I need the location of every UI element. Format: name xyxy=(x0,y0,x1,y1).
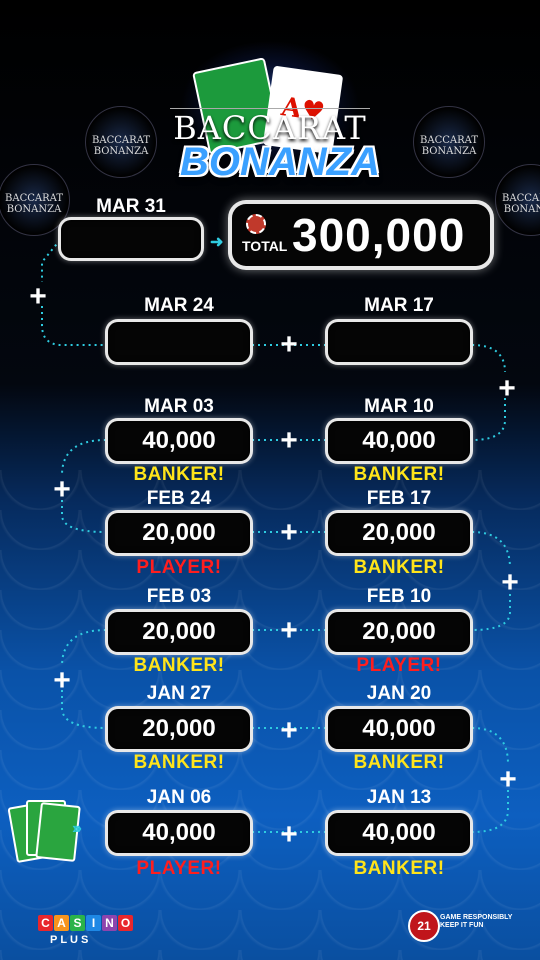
week-amount-box xyxy=(61,220,201,258)
plus-icon: + xyxy=(280,614,298,647)
arrow-right-icon: ➜ xyxy=(210,234,224,251)
week-date: MAR 24 xyxy=(144,295,214,316)
total-prize-box: TOTAL 300,000 xyxy=(232,204,490,266)
casino-plus-text: PLUS xyxy=(50,934,92,946)
week-date: MAR 17 xyxy=(364,295,434,316)
week-date: FEB 17 xyxy=(366,488,432,509)
plus-icon: + xyxy=(280,516,298,549)
week-result: BANKER! xyxy=(353,464,445,485)
casino-letter: O xyxy=(118,915,133,931)
baccarat-bonanza-logo: A♥ BACCARAT BONANZA xyxy=(150,40,390,200)
casino-letter: A xyxy=(54,915,69,931)
plus-icon: + xyxy=(280,328,298,361)
week-date: JAN 27 xyxy=(146,683,212,704)
plus-icon: + xyxy=(499,763,517,796)
week-date: JAN 20 xyxy=(366,683,432,704)
week-result: BANKER! xyxy=(133,464,225,485)
casino-letter: C xyxy=(38,915,53,931)
week-amount-box: 20,000 xyxy=(108,612,250,652)
plus-icon: + xyxy=(498,372,516,405)
week-date: JAN 13 xyxy=(366,787,432,808)
casino-letter: S xyxy=(70,915,85,931)
week-amount-box: 40,000 xyxy=(108,421,250,461)
plus-icon: + xyxy=(501,566,519,599)
logo-title-bonanza: BONANZA xyxy=(180,140,380,184)
week-amount-box: 40,000 xyxy=(328,813,470,853)
plus-icon: + xyxy=(280,714,298,747)
week-result: PLAYER! xyxy=(136,557,222,578)
plus-icon: + xyxy=(29,280,47,313)
plus-icon: + xyxy=(280,818,298,851)
plus-icon: + xyxy=(280,424,298,457)
week-date: FEB 10 xyxy=(366,586,432,607)
casino-letter: I xyxy=(86,915,101,931)
week-date: FEB 24 xyxy=(146,488,212,509)
week-date: MAR 03 xyxy=(144,396,214,417)
plus-icon: + xyxy=(53,664,71,697)
week-amount-box xyxy=(108,322,250,362)
week-date: FEB 03 xyxy=(146,586,212,607)
age-21-icon: 21 xyxy=(408,910,440,942)
week-amount-box: 20,000 xyxy=(328,513,470,553)
casino-chip-icon xyxy=(246,214,266,234)
week-result: BANKER! xyxy=(133,655,225,676)
week-amount-box xyxy=(328,322,470,362)
week-result: PLAYER! xyxy=(356,655,442,676)
week-result: BANKER! xyxy=(133,752,225,773)
week-amount-box: 40,000 xyxy=(328,709,470,749)
casino-plus-logo: CASINO PLUS xyxy=(38,914,134,946)
week-date: MAR 31 xyxy=(96,196,166,217)
mini-logo-emblem: BACCARAT BONANZA xyxy=(85,106,157,178)
week-date: JAN 06 xyxy=(146,787,212,808)
mini-logo-emblem: BACCARAT BONANZA xyxy=(413,106,485,178)
double-chevron-right-icon: ››› xyxy=(72,820,82,837)
week-amount-box: 20,000 xyxy=(328,612,470,652)
week-amount-box: 20,000 xyxy=(108,709,250,749)
casino-letter: N xyxy=(102,915,117,931)
week-result: BANKER! xyxy=(353,858,445,879)
week-result: PLAYER! xyxy=(136,858,222,879)
plus-icon: + xyxy=(53,473,71,506)
total-value: 300,000 xyxy=(292,209,466,261)
week-amount-box: 40,000 xyxy=(108,813,250,853)
week-result: BANKER! xyxy=(353,557,445,578)
responsible-gaming-text: GAME RESPONSIBLY KEEP IT FUN xyxy=(440,914,513,929)
week-amount-box: 40,000 xyxy=(328,421,470,461)
week-result: BANKER! xyxy=(353,752,445,773)
week-amount-box: 20,000 xyxy=(108,513,250,553)
total-label: TOTAL xyxy=(242,238,288,254)
week-date: MAR 10 xyxy=(364,396,434,417)
